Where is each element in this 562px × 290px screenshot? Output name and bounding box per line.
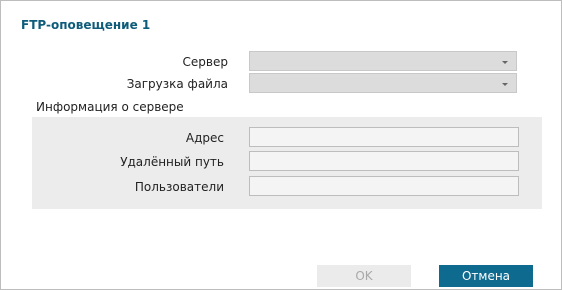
chevron-down-icon — [502, 83, 508, 86]
address-label: Адрес — [185, 131, 224, 145]
ftp-alert-dialog: FTP-оповещение 1 Сервер Загрузка файла И… — [0, 0, 562, 290]
server-select[interactable] — [249, 51, 517, 71]
cancel-button[interactable]: Отмена — [439, 265, 533, 287]
ok-button[interactable]: OK — [317, 265, 411, 287]
address-field[interactable] — [249, 127, 519, 147]
chevron-down-icon — [502, 61, 508, 64]
file-upload-label: Загрузка файла — [126, 77, 228, 91]
server-info-section-label: Информация о сервере — [36, 100, 184, 114]
remote-path-field[interactable] — [249, 151, 519, 171]
users-label: Пользователи — [134, 180, 224, 194]
dialog-title: FTP-оповещение 1 — [21, 18, 151, 32]
file-upload-select[interactable] — [249, 73, 517, 93]
server-label: Сервер — [182, 55, 228, 69]
remote-path-label: Удалённый путь — [120, 155, 224, 169]
users-field[interactable] — [249, 176, 519, 196]
